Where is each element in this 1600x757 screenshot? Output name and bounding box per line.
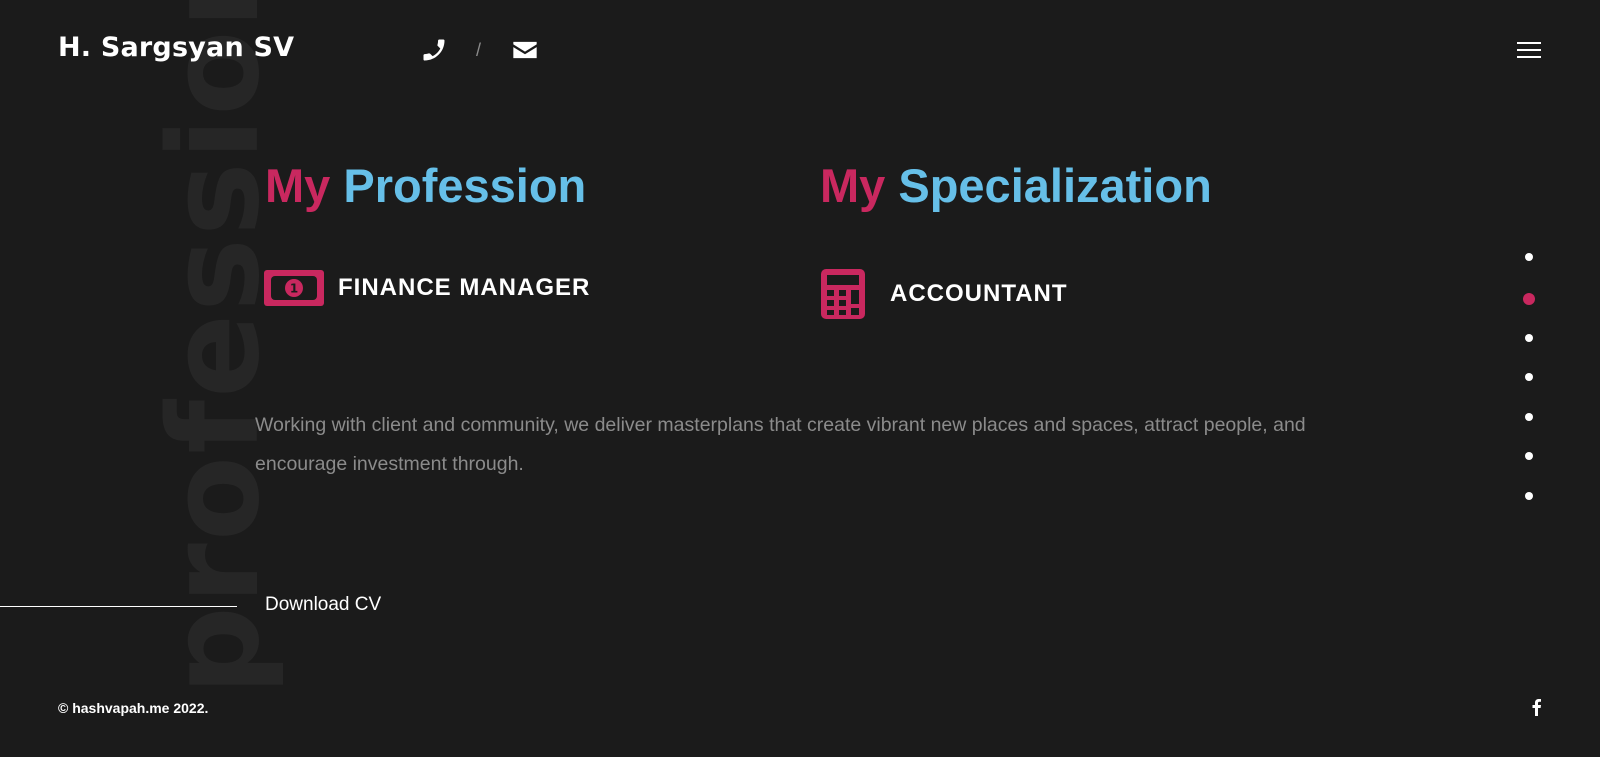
heading-specialization: Specialization [898, 159, 1212, 212]
site-brand[interactable]: H. Sargsyan SV [58, 32, 294, 63]
svg-text:1: 1 [290, 282, 298, 296]
copyright: © hashvapah.me 2022. [58, 700, 209, 716]
role-label: ACCOUNTANT [890, 280, 1068, 307]
heading-profession: Profession [343, 159, 587, 212]
page-nav-dots [1522, 253, 1536, 531]
page-nav-dot-active[interactable] [1523, 292, 1535, 305]
phone-icon[interactable] [420, 36, 448, 64]
money-bill-icon: 1 [262, 268, 326, 308]
page-nav-dot[interactable] [1525, 491, 1533, 500]
facebook-icon[interactable] [1530, 698, 1542, 716]
description-text: Working with client and community, we de… [255, 414, 1306, 475]
background-word: profession [143, 0, 287, 695]
heading-my: My [265, 159, 331, 212]
role-label: FINANCE MANAGER [338, 274, 591, 301]
profession-heading: My Profession [265, 158, 586, 213]
cta-divider [0, 606, 237, 607]
contact-separator: / [476, 39, 482, 60]
page-nav-dot[interactable] [1525, 253, 1533, 261]
page-nav-dot[interactable] [1525, 452, 1533, 460]
specialization-role: ACCOUNTANT [820, 268, 1068, 320]
heading-my: My [820, 159, 886, 212]
page-nav-dot[interactable] [1525, 333, 1533, 342]
calculator-icon [820, 268, 866, 320]
profession-role: 1 FINANCE MANAGER [262, 268, 590, 308]
page-nav-dot[interactable] [1525, 373, 1533, 381]
specialization-heading: My Specialization [820, 158, 1212, 213]
contact-links: / [420, 36, 539, 64]
envelope-icon[interactable] [511, 36, 539, 64]
download-cv-button[interactable]: Download CV [265, 594, 381, 616]
page-nav-dot[interactable] [1525, 412, 1533, 421]
hamburger-menu-icon[interactable] [1517, 42, 1541, 60]
